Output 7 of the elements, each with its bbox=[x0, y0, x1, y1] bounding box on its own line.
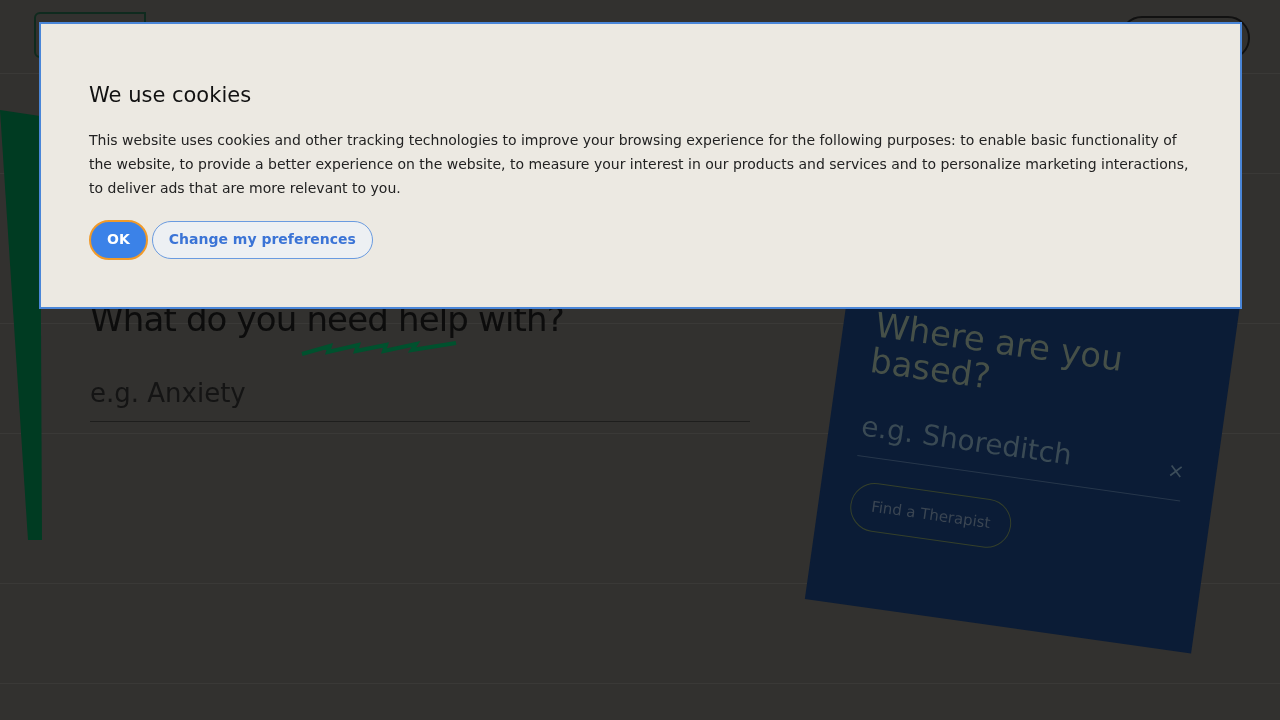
dialog-title: We use cookies bbox=[89, 82, 253, 109]
dialog-text: This website uses cookies and other tracking technologies to improve your browsing experience for the following purposes: to enable basic functionality of the website, to provide a better experience on the website, to measure your interest in our products and services and to personalize marketing interactions, to deliver ads that are more relevant to you. bbox=[89, 130, 1189, 198]
ok-button[interactable]: OK bbox=[89, 219, 148, 260]
preferences-button[interactable]: Change my preferences bbox=[151, 220, 373, 259]
squiggle-icon bbox=[300, 340, 458, 358]
clear-button[interactable]: × bbox=[1165, 454, 1187, 487]
location-heading: Where are you based? bbox=[868, 306, 1127, 399]
